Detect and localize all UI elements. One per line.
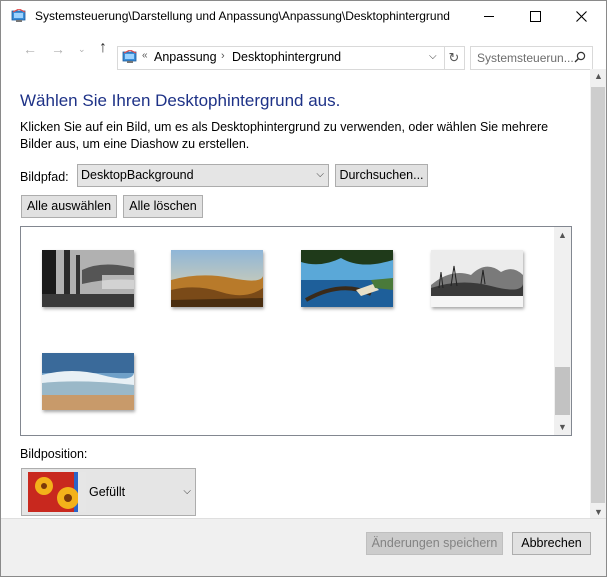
breadcrumb-desktophintergrund[interactable]: Desktophintergrund — [232, 50, 341, 64]
maximize-button[interactable] — [512, 1, 558, 31]
up-arrow-icon[interactable]: ↑ — [99, 39, 107, 57]
browse-button[interactable]: Durchsuchen... — [335, 164, 428, 187]
scroll-down-icon[interactable]: ▼ — [558, 422, 567, 432]
wallpaper-gallery: ▲ ▼ — [20, 226, 572, 436]
search-icon[interactable] — [574, 51, 586, 63]
breadcrumb-overflow[interactable]: « — [142, 50, 148, 61]
page-description: Klicken Sie auf ein Bild, um es als Desk… — [20, 120, 549, 151]
scroll-up-icon[interactable]: ▲ — [594, 71, 603, 81]
footer-bar: Änderungen speichern Abbrechen — [1, 518, 606, 576]
wallpaper-thumbnail[interactable] — [301, 250, 393, 307]
navigation-bar: ← → ⌄ ↑ « Anpassung › Desktophintergrund… — [1, 31, 606, 70]
cancel-button[interactable]: Abbrechen — [512, 532, 591, 555]
minimize-icon — [484, 15, 494, 17]
picture-path-select[interactable]: DesktopBackground ⌵ — [77, 164, 329, 187]
picture-position-select[interactable]: Gefüllt ⌵ — [21, 468, 196, 516]
select-all-button[interactable]: Alle auswählen — [21, 195, 117, 218]
minimize-button[interactable] — [466, 1, 512, 31]
picture-position-value: Gefüllt — [89, 485, 126, 499]
scroll-up-icon[interactable]: ▲ — [558, 230, 567, 240]
recent-locations-icon[interactable]: ⌄ — [78, 44, 86, 55]
main-content: Wählen Sie Ihren Desktophintergrund aus.… — [1, 73, 590, 518]
chevron-down-icon[interactable]: ⌵ — [429, 51, 437, 62]
picture-path-label: Bildpfad: — [20, 170, 69, 184]
save-changes-button[interactable]: Änderungen speichern — [366, 532, 503, 555]
wallpaper-thumbnail[interactable] — [431, 250, 523, 307]
maximize-icon — [529, 10, 541, 22]
wallpaper-thumbnail[interactable] — [42, 353, 134, 410]
address-bar[interactable]: « Anpassung › Desktophintergrund ⌵ — [117, 46, 445, 70]
gallery-scrollbar[interactable]: ▲ ▼ — [554, 227, 571, 435]
page-title: Wählen Sie Ihren Desktophintergrund aus. — [20, 91, 341, 110]
refresh-icon[interactable]: ↻ — [444, 46, 465, 70]
picture-position-label: Bildposition: — [20, 447, 88, 461]
window: Systemsteuerung\Darstellung und Anpassun… — [0, 0, 607, 577]
close-button[interactable] — [558, 1, 604, 31]
close-icon — [575, 10, 587, 22]
title-bar: Systemsteuerung\Darstellung und Anpassun… — [1, 1, 606, 31]
picture-position-preview — [28, 472, 86, 512]
wallpaper-thumbnail[interactable] — [171, 250, 263, 307]
control-panel-icon — [11, 9, 26, 22]
chevron-down-icon: ⌵ — [316, 169, 324, 180]
search-placeholder: Systemsteuerun... — [477, 51, 574, 65]
wallpaper-thumbnail[interactable] — [42, 250, 134, 307]
clear-all-button[interactable]: Alle löschen — [123, 195, 203, 218]
main-scroll-thumb[interactable] — [591, 87, 605, 503]
scroll-down-icon[interactable]: ▼ — [594, 507, 603, 517]
search-input[interactable]: Systemsteuerun... — [470, 46, 593, 70]
main-scrollbar[interactable]: ▲ ▼ — [590, 69, 606, 519]
forward-arrow-icon[interactable]: → — [51, 41, 65, 57]
back-arrow-icon[interactable]: ← — [23, 41, 37, 57]
breadcrumb-separator-icon[interactable]: › — [221, 50, 225, 62]
breadcrumb-anpassung[interactable]: Anpassung — [154, 50, 217, 64]
chevron-down-icon: ⌵ — [183, 486, 191, 497]
gallery-scroll-thumb[interactable] — [555, 367, 570, 415]
window-title: Systemsteuerung\Darstellung und Anpassun… — [35, 9, 450, 23]
control-panel-icon — [122, 50, 137, 63]
picture-path-value: DesktopBackground — [81, 168, 194, 182]
